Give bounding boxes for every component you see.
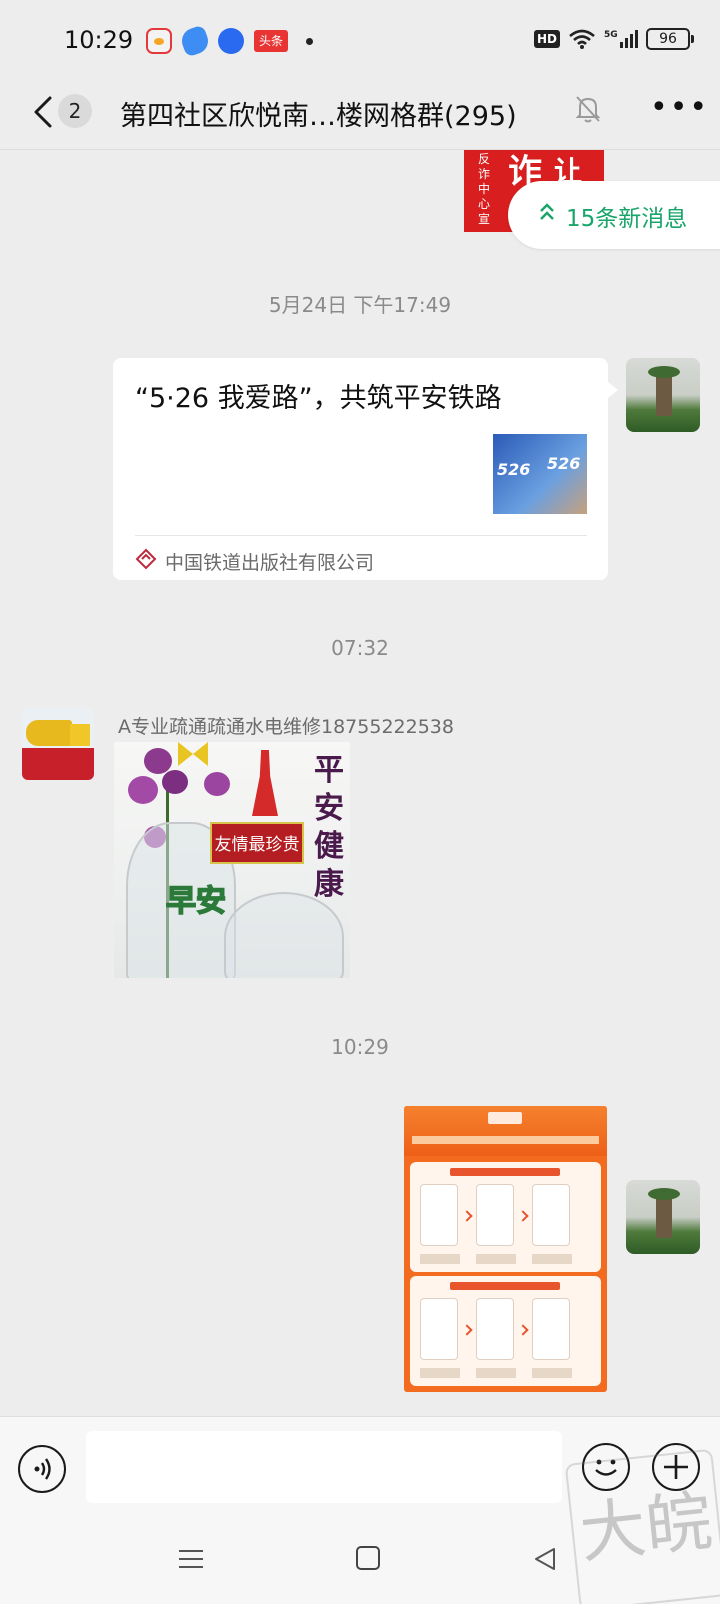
- home-icon[interactable]: [356, 1546, 380, 1570]
- phone-screenshot: [420, 1298, 458, 1360]
- step-arrow-icon: [461, 1210, 473, 1222]
- poster-tagline: [412, 1136, 599, 1144]
- orchid-flower: [204, 772, 230, 796]
- orchid-flower: [144, 748, 172, 774]
- thumbnail-text: 526: [547, 454, 581, 473]
- poster-logo: [488, 1112, 522, 1124]
- chat-header: 2 第四社区欣悦南…楼网格群(295) •••: [0, 80, 720, 150]
- unread-count-badge[interactable]: 2: [58, 94, 92, 128]
- glass-bowl: [224, 892, 344, 978]
- step-arrow-icon: [461, 1324, 473, 1336]
- signal-5g-icon: 5G: [604, 30, 638, 48]
- avatar[interactable]: [626, 1180, 700, 1254]
- poster-panel: [410, 1276, 601, 1386]
- sender-name: A专业疏通疏通水电维修18755222538: [118, 716, 454, 738]
- step-caption: [476, 1254, 516, 1264]
- poster-image-message[interactable]: [404, 1106, 607, 1392]
- back-icon[interactable]: [28, 90, 58, 134]
- panel-heading: [450, 1168, 560, 1176]
- dancer-graphic: [252, 750, 278, 816]
- step-caption: [476, 1368, 516, 1378]
- more-icon[interactable]: •••: [650, 90, 709, 125]
- phone-screenshot: [476, 1184, 514, 1246]
- notification-icons: 头条: [146, 24, 313, 58]
- mute-bell-icon: [575, 96, 601, 123]
- poster-panel: [410, 1162, 601, 1272]
- step-caption: [532, 1368, 572, 1378]
- message-timestamp: 10:29: [331, 1035, 389, 1059]
- voice-icon: [34, 1458, 51, 1480]
- orchid-flower: [162, 770, 188, 794]
- image-side-text: 平安健康: [314, 753, 344, 902]
- image-vertical-text: 反诈中心宣: [478, 152, 491, 226]
- link-card-message[interactable]: “5·26 我爱路”，共筑平安铁路 526 526 中国铁道出版社有限公司: [113, 358, 618, 580]
- status-time: 10:29: [64, 26, 134, 54]
- avatar-red-strip: [22, 748, 94, 780]
- chat-title[interactable]: 第四社区欣悦南…楼网格群(295): [120, 94, 517, 133]
- phone-screenshot: [532, 1184, 570, 1246]
- network-label: 5G: [604, 30, 618, 40]
- link-card-thumbnail: 526 526: [493, 434, 587, 514]
- image-banner-text: 友情最珍贵: [210, 822, 304, 864]
- panel-heading: [450, 1282, 560, 1290]
- message-input[interactable]: [86, 1431, 562, 1503]
- status-bar: 10:29 头条 HD 5G 96: [0, 0, 720, 80]
- step-caption: [532, 1254, 572, 1264]
- step-caption: [420, 1254, 460, 1264]
- voice-button[interactable]: [18, 1445, 66, 1493]
- image-greeting-text: 早安: [165, 883, 227, 920]
- back-triangle-icon[interactable]: [532, 1546, 558, 1572]
- orchid-flower: [128, 776, 158, 804]
- watermark-logo: 大皖: [564, 1448, 720, 1604]
- double-up-arrow-icon: [540, 203, 554, 220]
- new-messages-label: 15条新消息: [566, 206, 688, 232]
- message-timestamp: 07:32: [331, 636, 389, 660]
- publisher-logo-icon: [135, 548, 157, 570]
- avatar[interactable]: [22, 708, 94, 780]
- link-card-source: 中国铁道出版社有限公司: [165, 552, 375, 574]
- step-arrow-icon: [517, 1324, 529, 1336]
- phone-screenshot: [420, 1184, 458, 1246]
- weibo-icon: [146, 28, 172, 54]
- poster-header: [404, 1106, 607, 1156]
- toutiao-icon: 头条: [254, 30, 288, 52]
- hd-badge: HD: [533, 30, 560, 48]
- wifi-icon: [569, 29, 595, 49]
- step-caption: [420, 1368, 460, 1378]
- feather-app-icon: [178, 24, 212, 58]
- thumbnail-text: 526: [497, 460, 531, 479]
- new-messages-button[interactable]: 15条新消息: [508, 181, 720, 249]
- phone-screenshot: [476, 1298, 514, 1360]
- message-timestamp: 5月24日 下午17:49: [268, 293, 452, 317]
- truck-graphic: [26, 720, 72, 746]
- menu-icon[interactable]: [178, 1548, 204, 1570]
- phone-screenshot: [532, 1298, 570, 1360]
- divider: [135, 535, 587, 536]
- battery-indicator: 96: [646, 28, 694, 50]
- link-card-title: “5·26 我爱路”，共筑平安铁路: [135, 383, 502, 414]
- avatar[interactable]: [626, 358, 700, 432]
- baidu-icon: [218, 28, 244, 54]
- butterfly-graphic: [178, 742, 208, 766]
- more-notifications-dot-icon: [306, 37, 313, 45]
- step-arrow-icon: [517, 1210, 529, 1222]
- system-indicators: HD 5G 96: [533, 28, 694, 50]
- image-message[interactable]: 友情最珍贵 平安健康 早安: [114, 742, 350, 978]
- truck-cab-graphic: [70, 724, 90, 746]
